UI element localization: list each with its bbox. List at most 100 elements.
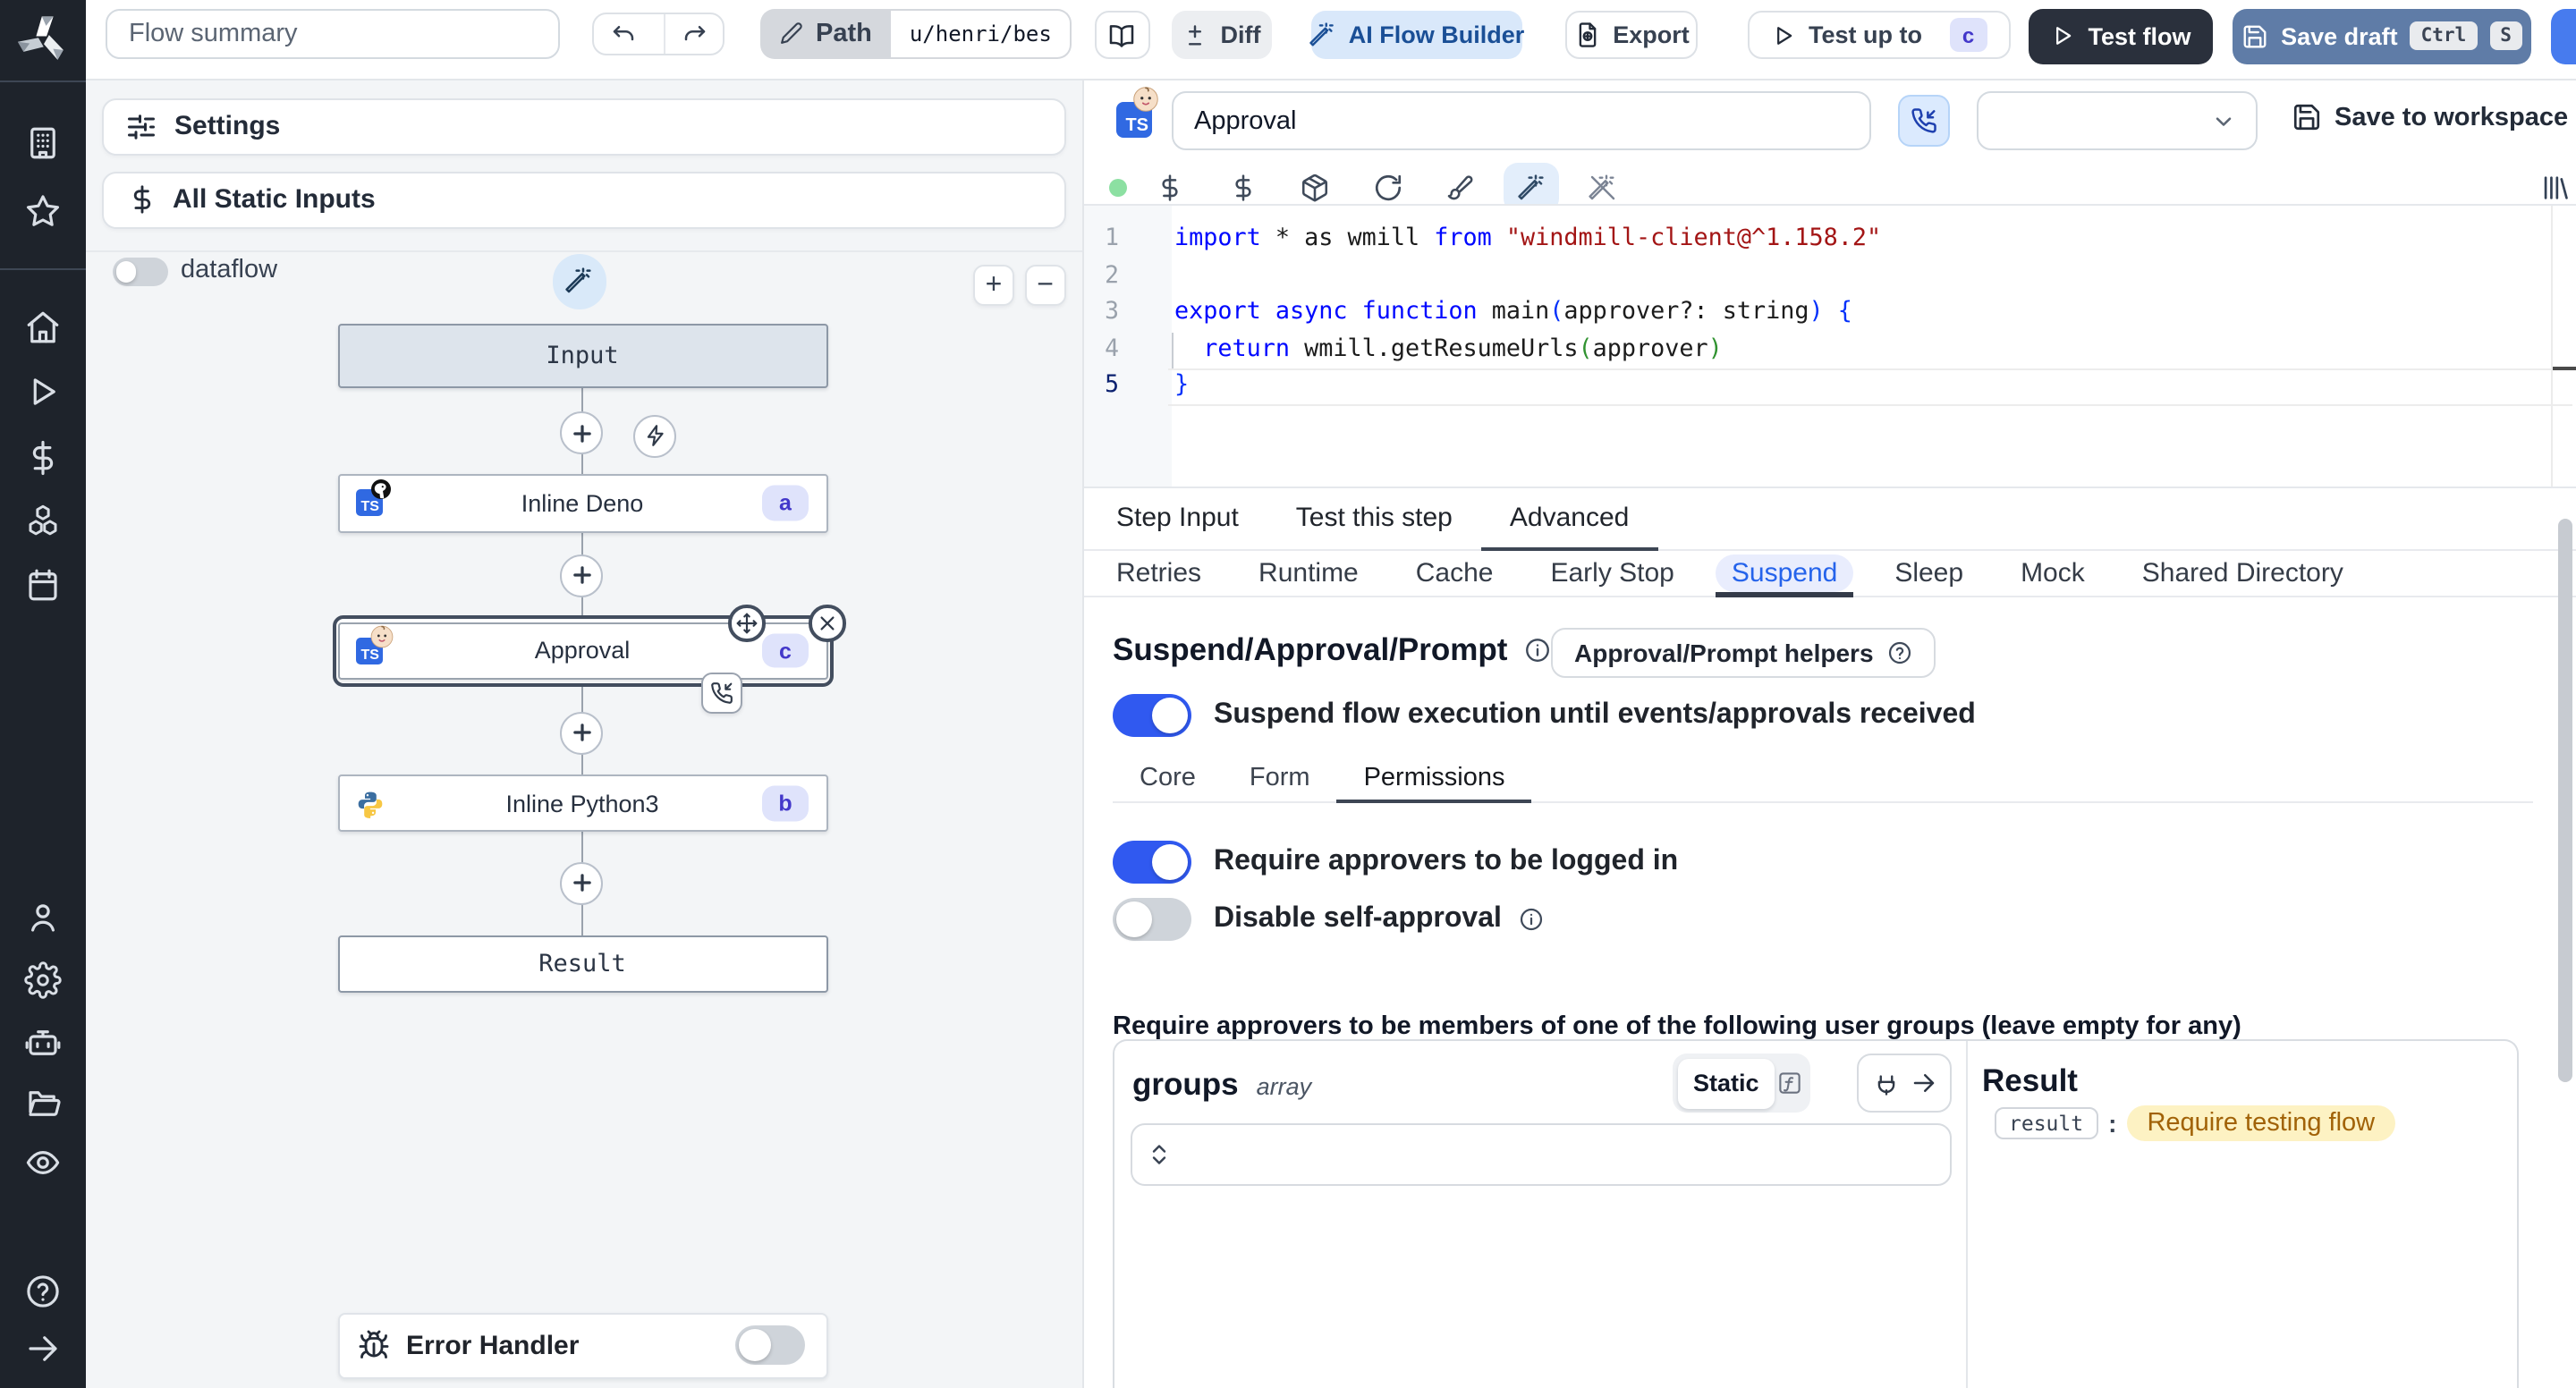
sidebar-collapse-icon[interactable] [24, 1329, 62, 1367]
content-scrollbar[interactable] [2558, 519, 2572, 1082]
require-logged-in-toggle[interactable] [1112, 841, 1191, 884]
tab-mock[interactable]: Mock [1992, 551, 2114, 595]
contextual-variables-icon[interactable] [1228, 173, 1257, 201]
test-up-to-button[interactable]: Test up to c [1748, 11, 2011, 59]
tab-test-this-step[interactable]: Test this step [1267, 486, 1481, 549]
graph-ai-builder-button[interactable] [552, 254, 607, 309]
node-inline-deno-label: Inline Deno [521, 489, 644, 517]
deploy-button-partial[interactable] [2551, 9, 2576, 63]
groups-mode-javascript[interactable] [1775, 1058, 1806, 1108]
all-static-inputs-button[interactable]: All Static Inputs [101, 171, 1066, 229]
flow-summary-input[interactable]: Flow summary [106, 8, 560, 59]
sidebar-item-help[interactable] [24, 1272, 62, 1309]
sidebar-item-favorites[interactable] [24, 191, 62, 229]
python-icon [355, 790, 382, 819]
disable-self-approval-toggle[interactable] [1112, 897, 1191, 940]
add-step-button[interactable] [560, 861, 603, 904]
tab-form[interactable]: Form [1223, 753, 1337, 801]
sidebar-item-resources[interactable] [24, 502, 62, 539]
add-step-button[interactable] [560, 711, 603, 755]
node-inline-python3-badge: b [762, 785, 809, 821]
groups-field-type: array [1256, 1073, 1312, 1100]
redo-button[interactable] [664, 14, 723, 54]
typescript-approval-icon: TS [355, 625, 393, 664]
variables-icon[interactable] [1156, 173, 1184, 201]
node-inline-python3[interactable]: Inline Python3 b [337, 774, 827, 833]
node-input[interactable]: Input [337, 323, 827, 388]
sidebar-item-variables[interactable] [24, 438, 62, 476]
sidebar-item-workers[interactable] [24, 1024, 62, 1062]
info-icon[interactable] [1523, 636, 1550, 663]
sidebar-item-home[interactable] [24, 309, 62, 346]
sidebar-item-folders[interactable] [24, 1084, 62, 1121]
zoom-in-button[interactable]: + [973, 265, 1014, 306]
ai-flow-builder-button[interactable]: AI Flow Builder [1309, 11, 1524, 59]
tab-retries[interactable]: Retries [1088, 551, 1230, 595]
tab-step-input[interactable]: Step Input [1088, 486, 1267, 549]
path-button[interactable]: Path [760, 8, 892, 58]
test-flow-button[interactable]: Test flow [2029, 9, 2213, 63]
move-node-button[interactable] [728, 605, 766, 641]
zoom-out-button[interactable]: − [1024, 265, 1066, 306]
workspace-logo-area[interactable] [0, 0, 86, 81]
tab-advanced[interactable]: Advanced [1480, 486, 1657, 551]
info-icon[interactable] [1520, 906, 1545, 931]
tab-suspend[interactable]: Suspend [1703, 551, 1866, 597]
tab-early-stop[interactable]: Early Stop [1521, 551, 1702, 595]
sidebar-item-schedules[interactable] [24, 566, 62, 604]
add-trigger-button[interactable] [633, 414, 677, 458]
tab-core[interactable]: Core [1113, 753, 1223, 801]
approval-prompt-helpers-button[interactable]: Approval/Prompt helpers [1551, 627, 1936, 677]
result-key-chip[interactable]: result [1995, 1107, 2098, 1139]
tab-sleep[interactable]: Sleep [1866, 551, 1992, 595]
connect-input-button[interactable] [1857, 1054, 1952, 1113]
groups-mode-static[interactable]: Static [1677, 1058, 1775, 1108]
diff-button[interactable]: Diff [1172, 11, 1272, 59]
format-brush-icon[interactable] [1445, 172, 1475, 202]
undo-button[interactable] [594, 14, 652, 54]
tab-shared-directory[interactable]: Shared Directory [2114, 551, 2372, 595]
dataflow-toggle[interactable] [112, 258, 168, 285]
tab-label: Step Input [1116, 502, 1239, 533]
flow-settings-button[interactable]: Settings [101, 97, 1066, 156]
node-result[interactable]: Result [337, 935, 827, 994]
library-icon[interactable] [2538, 172, 2569, 202]
tag-select[interactable] [1977, 91, 2258, 150]
ai-assist-off-icon[interactable] [1589, 173, 1617, 201]
tab-label: Cache [1415, 557, 1494, 588]
sidebar-item-settings[interactable] [24, 961, 62, 999]
deno-icon [370, 479, 390, 500]
tab-label: Early Stop [1550, 557, 1674, 588]
add-step-button[interactable] [560, 554, 603, 597]
save-icon [2241, 23, 2268, 50]
sidebar-item-audit-logs[interactable] [24, 1144, 62, 1181]
error-handler-box[interactable]: Error Handler [338, 1312, 828, 1379]
sidebar-item-users[interactable] [24, 899, 62, 936]
tab-runtime[interactable]: Runtime [1230, 551, 1387, 595]
error-handler-toggle[interactable] [735, 1325, 805, 1366]
tab-label: Suspend [1715, 554, 1854, 592]
tab-cache[interactable]: Cache [1387, 551, 1522, 595]
tab-permissions[interactable]: Permissions [1336, 753, 1532, 804]
sidebar-item-runs[interactable] [24, 373, 62, 410]
path-value[interactable]: u/henri/bes [891, 8, 1072, 58]
save-draft-button[interactable]: Save draft Ctrl S [2233, 9, 2531, 63]
groups-mode-segmented-control: Static [1673, 1054, 1810, 1113]
docs-button[interactable] [1095, 11, 1149, 59]
suspend-phone-badge [700, 673, 741, 714]
package-icon[interactable] [1300, 172, 1330, 202]
sidebar-item-workspace[interactable] [24, 123, 62, 161]
reload-icon[interactable] [1372, 172, 1402, 202]
save-to-workspace-label: Save to workspace [2334, 103, 2569, 131]
baby-face-icon [369, 625, 393, 647]
suspend-flow-toggle[interactable] [1112, 693, 1191, 736]
save-to-workspace-button[interactable]: Save to workspace [2292, 102, 2568, 132]
suspend-mode-button[interactable] [1898, 95, 1950, 147]
export-button[interactable]: Export [1565, 11, 1698, 59]
delete-node-button[interactable] [809, 605, 846, 641]
step-name-input[interactable]: Approval [1171, 91, 1870, 150]
groups-array-input[interactable] [1131, 1123, 1952, 1186]
node-inline-deno[interactable]: TS Inline Deno a [337, 474, 827, 532]
code-editor[interactable]: 1 import * as wmill from "windmill-client… [1084, 205, 2576, 486]
add-step-button[interactable] [560, 411, 603, 454]
